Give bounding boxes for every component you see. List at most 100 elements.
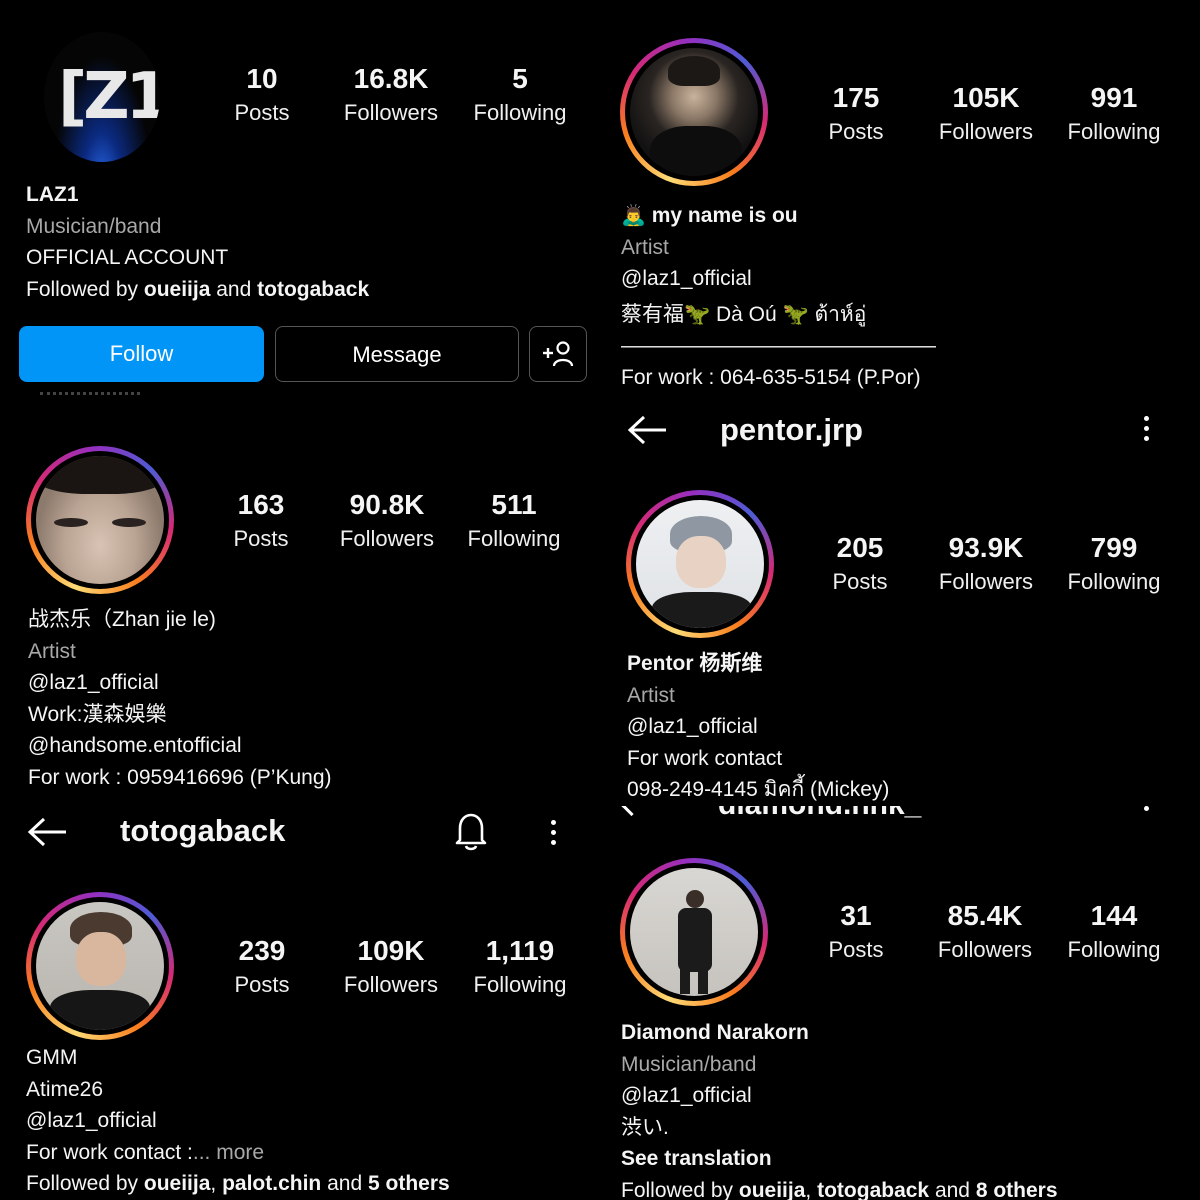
followers-count: 90.8K [349, 489, 425, 520]
totogaback-following-stat[interactable]: 1,119 Following [455, 934, 585, 1002]
notification-bell-icon[interactable] [452, 810, 490, 857]
mention-link[interactable]: @laz1_official [621, 263, 936, 295]
followers-count: 85.4K [947, 900, 1023, 931]
mention-link[interactable]: @laz1_official [26, 1105, 450, 1137]
diamond-avatar[interactable] [620, 858, 768, 1006]
profile-panel-laz1: [Z1 10 Posts 16.8K Followers 5 Following LA… [0, 0, 600, 400]
back-arrow-icon[interactable] [626, 414, 668, 451]
followed-and: and [210, 277, 258, 301]
followed-user-link[interactable]: oueiija [739, 1179, 806, 1200]
posts-label: Posts [832, 569, 888, 594]
posts-label: Posts [828, 119, 884, 144]
followed-by: Followed by oueiija, palot.chin and 5 ot… [26, 1168, 450, 1200]
profile-panel-zhan: 163 Posts 90.8K Followers 511 Following 战杰乐… [0, 400, 600, 812]
ou-avatar[interactable] [620, 38, 768, 186]
bio-divider: ——————————————— [621, 334, 936, 357]
mention-link[interactable]: @laz1_official [28, 667, 332, 699]
diamond-posts-stat[interactable]: 31 Posts [791, 899, 921, 967]
posts-count: 31 [840, 900, 872, 931]
work-contact: For work : 064-635-5154 (P.Por) [621, 365, 921, 389]
laz1-posts-stat[interactable]: 10 Posts [197, 62, 327, 130]
bio-text: 渋い. [621, 1115, 669, 1139]
pentor-posts-stat[interactable]: 205 Posts [795, 531, 925, 599]
pentor-avatar[interactable] [626, 490, 774, 638]
posts-count: 10 [246, 63, 278, 94]
back-arrow-icon[interactable] [26, 816, 68, 853]
followed-user-link[interactable]: oueiija [144, 278, 211, 301]
mention-link[interactable]: @handsome.entofficial [28, 730, 332, 762]
profile-panel-pentor: pentor.jrp 205 Posts 93.9K Followers 799 Fo… [600, 400, 1200, 806]
profile-category: Musician/band [621, 1052, 757, 1076]
work-contact-phone: 098-249-4145 มิคกี้ (Mickey) [627, 778, 890, 801]
totogaback-avatar[interactable] [26, 892, 174, 1040]
following-label: Following [467, 526, 561, 551]
laz1-followers-stat[interactable]: 16.8K Followers [326, 62, 456, 130]
see-translation-link[interactable]: See translation [621, 1143, 1058, 1175]
posts-count: 163 [237, 489, 285, 520]
more-link[interactable]: ... more [193, 1141, 264, 1164]
followed-others-link[interactable]: 8 others [976, 1179, 1058, 1200]
following-count: 991 [1090, 82, 1138, 113]
following-count: 5 [512, 63, 528, 94]
followed-and: and [929, 1178, 976, 1200]
followers-label: Followers [937, 937, 1033, 962]
followed-user-link[interactable]: totogaback [817, 1179, 929, 1200]
pentor-bio: Pentor 杨斯维 Artist @laz1_official For wor… [627, 648, 889, 806]
diamond-followers-stat[interactable]: 85.4K Followers [920, 899, 1050, 967]
profile-username: totogaback [120, 813, 286, 848]
zhan-posts-stat[interactable]: 163 Posts [196, 488, 326, 556]
more-options-icon[interactable] [1138, 414, 1154, 443]
follow-button[interactable]: Follow [19, 326, 264, 382]
ou-posts-stat[interactable]: 175 Posts [791, 81, 921, 149]
zhan-bio: 战杰乐（Zhan jie le) Artist @laz1_official W… [28, 604, 332, 793]
bio-line: GMM [26, 1046, 78, 1069]
partial-username: diamond.nnk_ [718, 806, 921, 822]
totogaback-followers-stat[interactable]: 109K Followers [326, 934, 456, 1002]
followed-prefix: Followed by [26, 277, 144, 301]
message-button[interactable]: Message [275, 326, 519, 382]
more-options-icon[interactable] [545, 818, 561, 847]
following-label: Following [473, 100, 567, 125]
profile-category: Artist [621, 235, 669, 259]
posts-label: Posts [234, 972, 290, 997]
mention-link[interactable]: @laz1_official [627, 711, 889, 743]
suggest-people-button[interactable] [529, 326, 587, 382]
followed-others-link[interactable]: 5 others [368, 1172, 450, 1195]
followed-by: Followed by oueiija, totogaback and 8 ot… [621, 1175, 1058, 1200]
mention-link[interactable]: @laz1_official [621, 1080, 1058, 1112]
profile-name: 战杰乐（Zhan jie le) [28, 608, 216, 631]
posts-count: 175 [832, 82, 880, 113]
pentor-followers-stat[interactable]: 93.9K Followers [921, 531, 1051, 599]
zhan-followers-stat[interactable]: 90.8K Followers [322, 488, 452, 556]
following-count: 144 [1090, 900, 1138, 931]
following-count: 799 [1090, 532, 1138, 563]
posts-count: 239 [238, 935, 286, 966]
followed-by: Followed by oueiija and totogaback [26, 274, 369, 306]
work-contact-label: For work contact : [26, 1140, 193, 1164]
following-label: Following [1067, 119, 1161, 144]
followed-user-link[interactable]: totogaback [257, 278, 369, 301]
zhan-following-stat[interactable]: 511 Following [449, 488, 579, 556]
bio-line: Atime26 [26, 1077, 104, 1101]
totogaback-bio: GMM Atime26 @laz1_official For work cont… [26, 1042, 450, 1200]
profile-name: Pentor 杨斯维 [627, 652, 763, 675]
followed-user-link[interactable]: palot.chin [222, 1172, 321, 1195]
pentor-following-stat[interactable]: 799 Following [1049, 531, 1179, 599]
bio-text: 蔡有福🦖 Dà Oú 🦖 ต้าห์อู่ [621, 302, 867, 326]
followed-user-link[interactable]: oueiija [144, 1172, 211, 1195]
followers-count: 16.8K [353, 63, 429, 94]
laz1-following-stat[interactable]: 5 Following [455, 62, 585, 130]
zhan-avatar[interactable] [26, 446, 174, 594]
ou-following-stat[interactable]: 991 Following [1049, 81, 1179, 149]
work-contact: For work contact :... more [26, 1137, 450, 1169]
posts-label: Posts [233, 526, 289, 551]
totogaback-posts-stat[interactable]: 239 Posts [197, 934, 327, 1002]
diamond-following-stat[interactable]: 144 Following [1049, 899, 1179, 967]
followers-label: Followers [343, 972, 439, 997]
profile-category: Musician/band [26, 214, 162, 238]
partial-header-remnant: diamond.nnk_ [600, 806, 1200, 826]
laz1-avatar[interactable]: [Z1 [44, 32, 160, 162]
ou-followers-stat[interactable]: 105K Followers [921, 81, 1051, 149]
profile-category: Artist [627, 683, 675, 707]
followers-count: 105K [952, 82, 1020, 113]
